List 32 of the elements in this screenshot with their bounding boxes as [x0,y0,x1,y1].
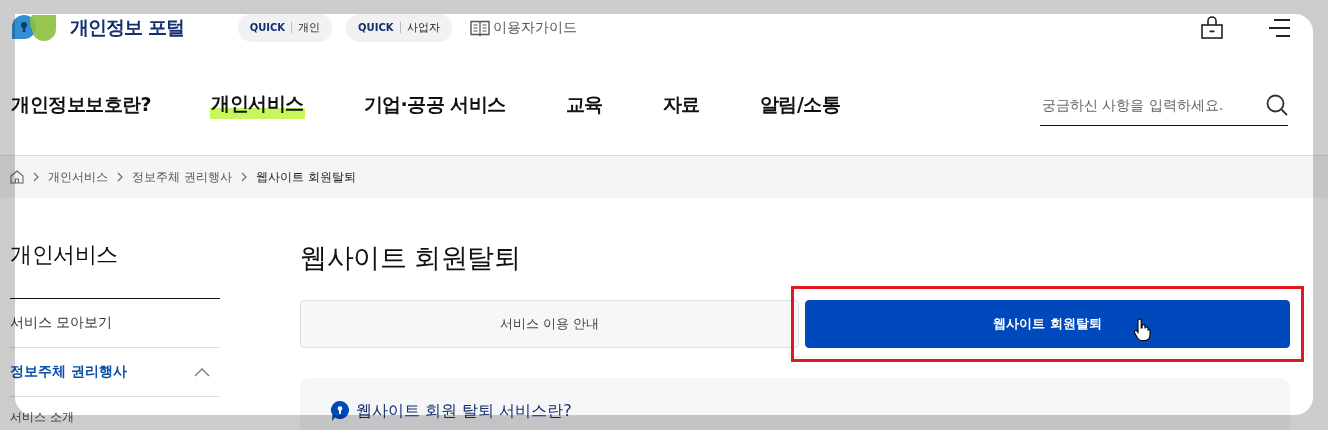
lock-icon[interactable] [1200,15,1224,40]
menu-icon[interactable] [1268,17,1292,38]
nav-menu-item[interactable]: 교육 [564,92,604,118]
keyhole-bubble-icon [330,400,350,422]
breadcrumb-link[interactable]: 웹사이트 회원탈퇴 [255,168,356,186]
chevron-right-icon [32,172,40,182]
search-icon[interactable] [1266,93,1288,116]
chevron-right-icon [239,172,248,182]
nav-menu-item[interactable]: 개인정보보호란? [10,92,153,118]
nav-menu-item[interactable]: 자료 [661,92,701,118]
sidebar-title: 개인서비스 [10,240,220,299]
sidebar-item[interactable]: 서비스 모아보기 [10,299,220,348]
guide-link[interactable]: 이용자가이드 [469,18,577,37]
sidebar-item[interactable]: 정보주체 권리행사 [10,348,220,397]
logo-icon[interactable] [10,12,58,43]
logo-text[interactable]: 개인정보 포털 [70,14,184,41]
sidebar-subitem[interactable]: 서비스 소개 [10,397,220,430]
quick-link-button[interactable]: QUICK 개인 [237,13,333,42]
book-icon [469,19,490,36]
search-field[interactable]: 궁금하신 사항을 입력하세요. [1040,92,1266,117]
tab[interactable]: 서비스 이용 안내 [300,300,799,348]
breadcrumb-link[interactable]: 개인서비스 [48,168,108,186]
page-title: 웹사이트 회원탈퇴 [300,241,522,275]
tab[interactable]: 웹사이트 회원탈퇴 [805,300,1290,348]
section-heading: 웹사이트 회원 탈퇴 서비스란? [356,400,572,422]
nav-menu-item[interactable]: 알림/소통 [758,92,842,118]
chevron-right-icon [116,172,124,182]
home-icon[interactable] [10,170,24,184]
hand-pointer-icon [1133,318,1151,342]
breadcrumb-link[interactable]: 정보주체 권리행사 [132,168,232,186]
nav-menu-item[interactable]: 기업·공공 서비스 [362,92,507,118]
quick-link-button[interactable]: QUICK 사업자 [346,13,452,42]
